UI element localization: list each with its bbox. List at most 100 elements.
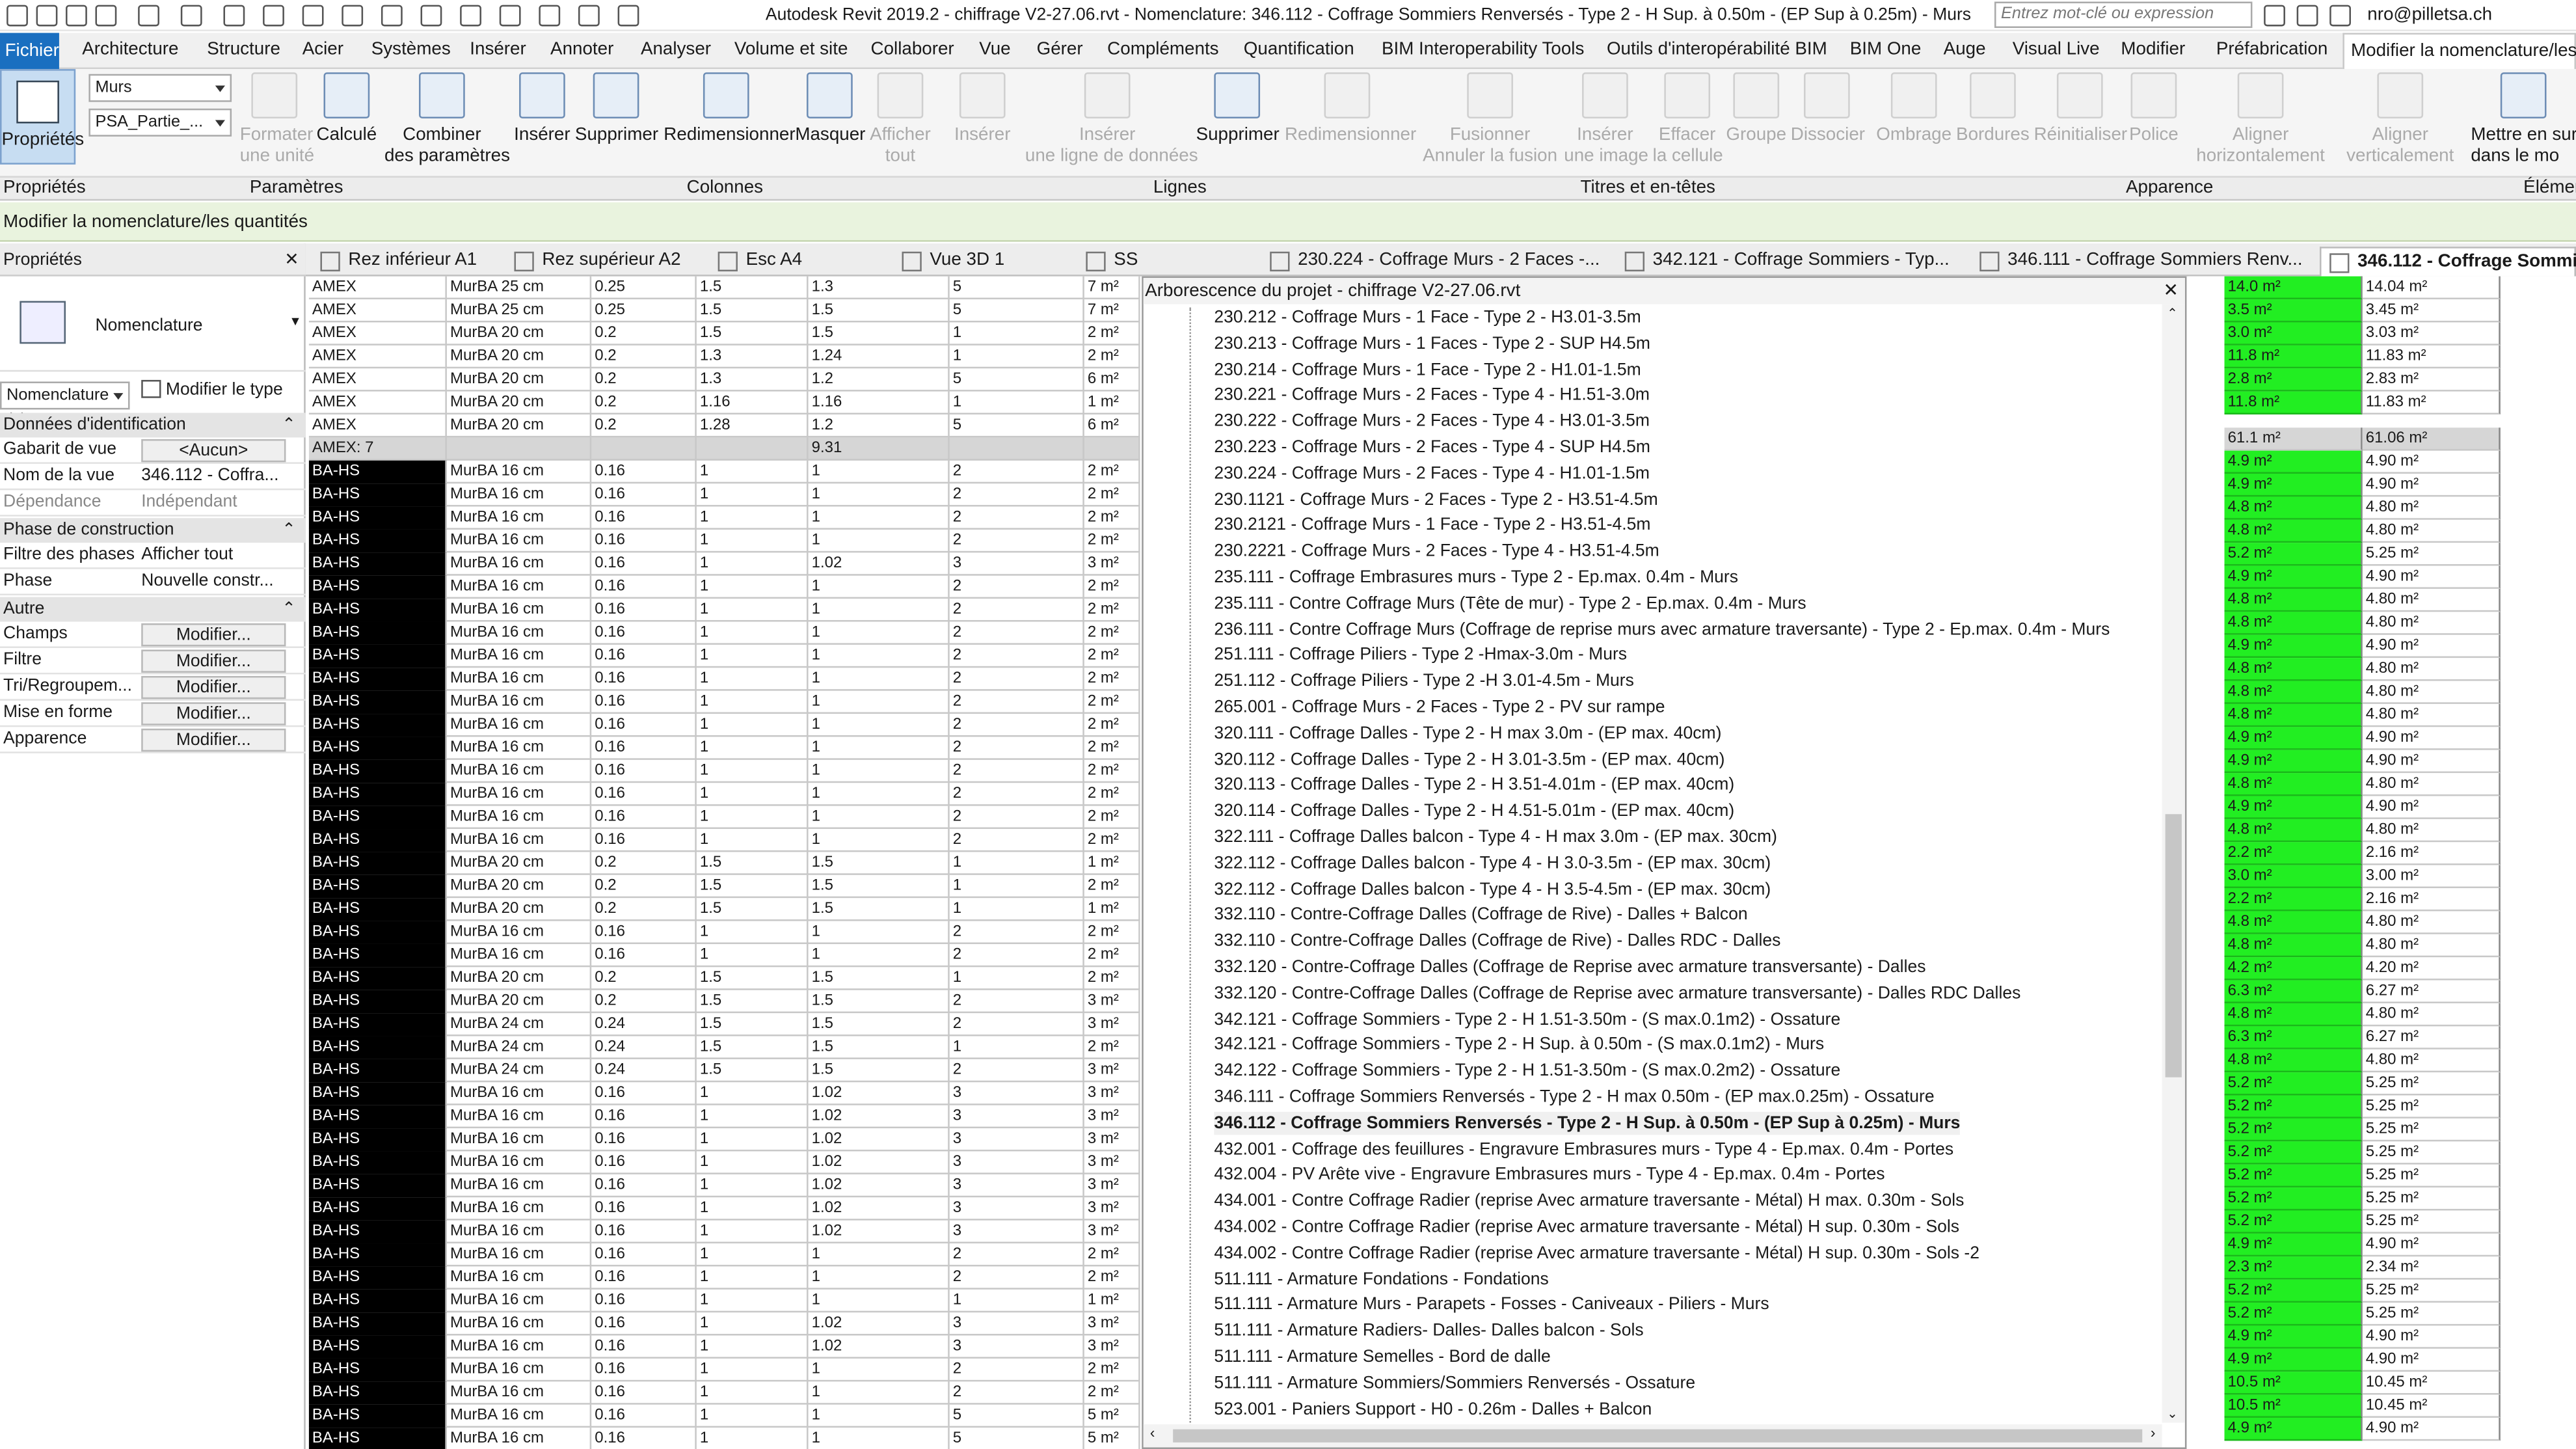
table-cell[interactable]: 1.3 — [697, 368, 809, 392]
horizontal-scroll-thumb[interactable] — [1173, 1429, 2143, 1442]
table-cell[interactable]: 1 — [697, 1151, 809, 1174]
table-cell[interactable]: MurBA 20 cm — [447, 322, 592, 345]
table-cell[interactable]: 2 — [950, 1013, 1084, 1036]
table-cell[interactable]: 0.24 — [591, 1036, 697, 1059]
area-value-cell[interactable]: 2.16 m² — [2362, 888, 2501, 912]
phase-field[interactable]: Nouvelle constr... — [141, 569, 292, 594]
table-row[interactable]: 4.8 m² 4.80 m² — [2188, 773, 2576, 796]
table-row[interactable]: 4.9 m² 4.90 m² — [2188, 1233, 2576, 1257]
area-cell[interactable]: 5.2 m² — [2224, 1118, 2363, 1142]
table-row[interactable]: 5.2 m² 5.25 m² — [2188, 1210, 2576, 1234]
table-cell[interactable]: MurBA 24 cm — [447, 1036, 592, 1059]
table-cell[interactable]: 2 m² — [1084, 737, 1140, 760]
table-cell[interactable]: 1.5 — [697, 276, 809, 300]
table-row[interactable]: 4.9 m² 4.90 m² — [2188, 1325, 2576, 1349]
table-cell[interactable]: 0.2 — [591, 990, 697, 1014]
area-value-cell[interactable]: 4.80 m² — [2362, 519, 2501, 543]
vertical-scrollbar[interactable]: ⌃ ⌄ — [2162, 304, 2185, 1423]
table-cell[interactable]: MurBA 16 cm — [447, 1128, 592, 1152]
view-name-field[interactable]: 346.112 - Coffra... — [141, 464, 292, 489]
table-cell[interactable]: MurBA 20 cm — [447, 391, 592, 415]
table-cell[interactable]: 1 — [809, 599, 950, 622]
area-cell[interactable]: 6.3 m² — [2224, 980, 2363, 1003]
table-cell[interactable]: 1.5 — [697, 1036, 809, 1059]
table-cell[interactable]: 1 — [950, 852, 1084, 875]
table-cell[interactable]: 0.16 — [591, 783, 697, 806]
table-row[interactable]: 4.8 m² 4.80 m² — [2188, 612, 2576, 635]
table-row[interactable]: AMEX MurBA 20 cm 0.2 1.3 1.24 1 2 m² — [308, 345, 1140, 369]
table-cell[interactable]: 2 m² — [1084, 1243, 1140, 1267]
menu-auge[interactable]: Auge — [1944, 40, 1986, 59]
table-cell[interactable]: 1 — [697, 1105, 809, 1129]
area-cell[interactable]: 2.8 m² — [2224, 368, 2363, 392]
table-cell[interactable]: MurBA 16 cm — [447, 737, 592, 760]
menu-volume-site[interactable]: Volume et site — [734, 40, 848, 59]
table-cell[interactable]: 1 — [697, 690, 809, 714]
area-cell[interactable]: 3.5 m² — [2224, 299, 2363, 323]
table-cell[interactable]: 0.16 — [591, 1082, 697, 1105]
table-cell[interactable]: BA-HS — [308, 1036, 447, 1059]
table-cell[interactable]: 0.16 — [591, 1289, 697, 1313]
table-row[interactable]: 5.2 m² 5.25 m² — [2188, 1187, 2576, 1211]
fields-edit-button[interactable]: Modifier... — [141, 623, 286, 647]
table-cell[interactable]: BA-HS — [308, 1404, 447, 1428]
area-value-cell[interactable]: 11.83 m² — [2362, 391, 2501, 415]
table-cell[interactable]: BA-HS — [308, 529, 447, 553]
table-cell[interactable]: 1.5 — [697, 874, 809, 899]
table-cell[interactable]: 1 m² — [1084, 1289, 1140, 1313]
browser-schedule-item[interactable]: 230.224 - Coffrage Murs - 2 Faces - Type… — [1214, 462, 1650, 485]
table-row[interactable]: 6.3 m² 6.27 m² — [2188, 980, 2576, 1003]
table-row[interactable]: BA-HS MurBA 16 cm 0.16 1 1.02 3 3 m² — [308, 1312, 1140, 1336]
table-cell[interactable]: BA-HS — [308, 921, 447, 944]
table-row[interactable]: 11.8 m² 11.83 m² — [2188, 391, 2576, 415]
insert-row-button[interactable]: Insérer — [953, 72, 1012, 146]
user-account[interactable]: nro@pilletsa.ch — [2367, 0, 2492, 31]
table-row[interactable]: 10.5 m² 10.45 m² — [2188, 1394, 2576, 1418]
table-cell[interactable] — [950, 437, 1084, 461]
table-cell[interactable]: 0.2 — [591, 414, 697, 438]
menu-modifier[interactable]: Modifier — [2121, 40, 2185, 59]
table-cell[interactable]: 2 m² — [1084, 874, 1140, 899]
table-cell[interactable]: 1 — [697, 1404, 809, 1428]
view-combo[interactable]: PSA_Partie_... — [88, 108, 232, 137]
table-row[interactable]: 5.2 m² 5.25 m² — [2188, 1279, 2576, 1303]
table-cell[interactable]: 0.16 — [591, 737, 697, 760]
properties-button[interactable]: Propriétés — [0, 69, 84, 165]
table-cell[interactable]: BA-HS — [308, 967, 447, 990]
table-row[interactable]: BA-HS MurBA 16 cm 0.16 1 1 2 2 m² — [308, 1358, 1140, 1382]
table-cell[interactable]: 0.16 — [591, 1174, 697, 1198]
table-row[interactable]: AMEX MurBA 20 cm 0.2 1.5 1.5 1 2 m² — [308, 322, 1140, 345]
area-cell[interactable]: 4.9 m² — [2224, 1233, 2363, 1257]
table-row[interactable]: BA-HS MurBA 16 cm 0.16 1 1 2 2 m² — [308, 806, 1140, 830]
table-cell[interactable]: 2 — [950, 599, 1084, 622]
table-cell[interactable]: 1 — [697, 759, 809, 783]
table-row[interactable]: BA-HS MurBA 16 cm 0.16 1 1 2 2 m² — [308, 783, 1140, 806]
table-cell[interactable]: 0.16 — [591, 1335, 697, 1359]
table-cell[interactable]: 1.5 — [809, 898, 950, 921]
table-cell[interactable]: 1 — [950, 898, 1084, 921]
area-value-cell[interactable]: 10.45 m² — [2362, 1394, 2501, 1418]
table-row[interactable]: BA-HS MurBA 16 cm 0.16 1 1 2 2 m² — [308, 921, 1140, 944]
table-cell[interactable]: 1 — [809, 1428, 950, 1449]
table-cell[interactable]: 7 m² — [1084, 276, 1140, 300]
table-cell[interactable]: MurBA 25 cm — [447, 299, 592, 323]
browser-schedule-item[interactable]: 434.002 - Contre Coffrage Radier (repris… — [1214, 1215, 1959, 1238]
table-cell[interactable]: MurBA 16 cm — [447, 806, 592, 830]
menu-analyser[interactable]: Analyser — [641, 40, 711, 59]
table-cell[interactable]: 3 m² — [1084, 1220, 1140, 1244]
table-cell[interactable]: 0.16 — [591, 1404, 697, 1428]
area-cell[interactable]: 4.8 m² — [2224, 819, 2363, 843]
table-row[interactable]: 4.8 m² 4.80 m² — [2188, 658, 2576, 681]
table-cell[interactable] — [447, 437, 592, 461]
menu-prefabrication[interactable]: Préfabrication — [2216, 40, 2328, 59]
table-cell[interactable]: MurBA 20 cm — [447, 852, 592, 875]
table-row[interactable]: AMEX MurBA 20 cm 0.2 1.3 1.2 5 6 m² — [308, 368, 1140, 392]
table-cell[interactable]: 0.16 — [591, 1358, 697, 1382]
table-cell[interactable]: MurBA 16 cm — [447, 829, 592, 852]
table-row[interactable]: 4.9 m² 4.90 m² — [2188, 634, 2576, 658]
area-cell[interactable]: 14.0 m² — [2224, 276, 2363, 300]
area-cell[interactable]: 2.2 m² — [2224, 842, 2363, 865]
table-cell[interactable]: 1 m² — [1084, 898, 1140, 921]
search-input[interactable]: Entrez mot-clé ou expression — [1994, 1, 2253, 28]
area-value-cell[interactable]: 4.80 m² — [2362, 496, 2501, 520]
